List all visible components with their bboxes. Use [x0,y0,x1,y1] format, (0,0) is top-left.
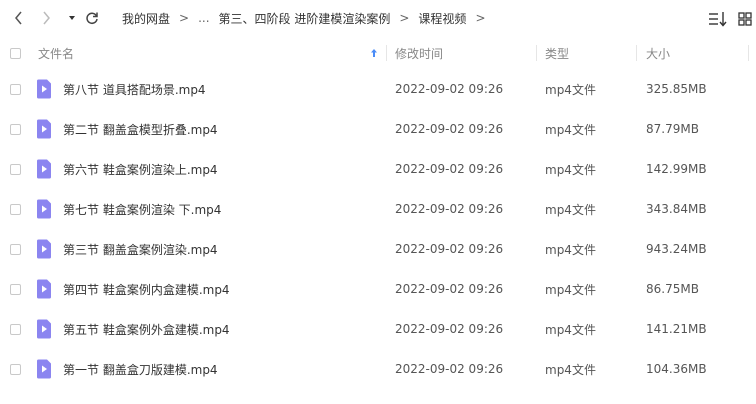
column-header-modified[interactable]: 修改时间 [395,38,443,68]
row-checkbox-cell[interactable] [10,349,21,389]
checkbox[interactable] [10,163,21,175]
file-name[interactable]: 第一节 翻盖盒刀版建模.mp4 [63,349,218,389]
table-header: 文件名 修改时间 类型 大小 [0,38,756,68]
grid-icon [738,12,752,26]
table-row[interactable]: 第五节 鞋盒案例外盒建模.mp4 2022-09-02 09:26 mp4文件 … [0,309,756,349]
table-row[interactable]: 第四节 鞋盒案例内盒建模.mp4 2022-09-02 09:26 mp4文件 … [0,269,756,309]
refresh-icon [86,12,98,25]
checkbox[interactable] [10,243,21,255]
refresh-button[interactable] [82,8,102,28]
file-type: mp4文件 [545,162,596,177]
file-size: 142.99MB [646,162,707,176]
file-modified: 2022-09-02 09:26 [395,242,504,256]
video-file-icon [36,229,52,269]
forward-button[interactable] [36,8,56,28]
breadcrumb-item-current[interactable]: 课程视频 [418,10,466,27]
breadcrumb-ellipsis[interactable]: ... [198,11,209,25]
file-modified: 2022-09-02 09:26 [395,162,504,176]
column-header-size[interactable]: 大小 [646,38,670,68]
checkbox[interactable] [10,363,21,375]
history-dropdown-button[interactable] [62,8,82,28]
select-all-checkbox[interactable] [10,38,21,68]
file-size: 325.85MB [646,82,707,96]
table-row[interactable]: 第二节 翻盖盒模型折叠.mp4 2022-09-02 09:26 mp4文件 8… [0,109,756,149]
file-size: 86.75MB [646,282,699,296]
file-modified: 2022-09-02 09:26 [395,122,504,136]
caret-down-icon [69,16,75,20]
row-checkbox-cell[interactable] [10,109,21,149]
column-header-type[interactable]: 类型 [545,38,569,68]
file-type: mp4文件 [545,82,596,97]
row-checkbox-cell[interactable] [10,149,21,189]
column-divider[interactable] [386,45,387,61]
chevron-left-icon [15,11,22,25]
video-file-icon [36,109,52,149]
row-checkbox-cell[interactable] [10,189,21,229]
file-modified: 2022-09-02 09:26 [395,202,504,216]
video-file-icon [36,349,52,389]
column-divider[interactable] [748,45,749,61]
file-size: 343.84MB [646,202,707,216]
file-type: mp4文件 [545,122,596,137]
video-file-icon [36,309,52,349]
file-type: mp4文件 [545,282,596,297]
video-file-icon [36,69,52,109]
file-type: mp4文件 [545,202,596,217]
video-file-icon [36,269,52,309]
file-type: mp4文件 [545,242,596,257]
file-type: mp4文件 [545,322,596,337]
table-row[interactable]: 第八节 道具搭配场景.mp4 2022-09-02 09:26 mp4文件 32… [0,69,756,109]
video-file-icon [36,149,52,189]
checkbox[interactable] [10,123,21,135]
checkbox[interactable] [10,83,21,95]
table-row[interactable]: 第三节 翻盖盒案例渲染.mp4 2022-09-02 09:26 mp4文件 9… [0,229,756,269]
breadcrumb-item-root[interactable]: 我的网盘 [122,10,170,27]
arrow-up-icon [371,49,377,57]
file-name[interactable]: 第七节 鞋盒案例渲染 下.mp4 [63,189,221,229]
file-name[interactable]: 第六节 鞋盒案例渲染上.mp4 [63,149,218,189]
checkbox[interactable] [10,203,21,215]
breadcrumb-item-stage[interactable]: 第三、四阶段 进阶建模渲染案例 [219,10,391,27]
row-checkbox-cell[interactable] [10,269,21,309]
back-button[interactable] [9,8,29,28]
file-modified: 2022-09-02 09:26 [395,322,504,336]
breadcrumb-separator: > [399,11,410,25]
column-divider[interactable] [636,45,637,61]
sort-indicator[interactable] [370,38,378,68]
checkbox[interactable] [10,323,21,335]
file-name[interactable]: 第五节 鞋盒案例外盒建模.mp4 [63,309,230,349]
file-size: 943.24MB [646,242,707,256]
file-size: 141.21MB [646,322,707,336]
breadcrumb-separator: > [475,11,486,25]
table-row[interactable]: 第七节 鞋盒案例渲染 下.mp4 2022-09-02 09:26 mp4文件 … [0,189,756,229]
table-row[interactable]: 第六节 鞋盒案例渲染上.mp4 2022-09-02 09:26 mp4文件 1… [0,149,756,189]
row-checkbox-cell[interactable] [10,309,21,349]
breadcrumb: 我的网盘 > ... 第三、四阶段 进阶建模渲染案例 > 课程视频 > [122,0,495,36]
file-modified: 2022-09-02 09:26 [395,362,504,376]
column-divider[interactable] [536,45,537,61]
column-header-name[interactable]: 文件名 [38,38,74,68]
checkbox[interactable] [10,283,21,295]
file-size: 104.36MB [646,362,707,376]
video-file-icon [36,189,52,229]
file-name[interactable]: 第八节 道具搭配场景.mp4 [63,69,206,109]
file-modified: 2022-09-02 09:26 [395,282,504,296]
file-name[interactable]: 第三节 翻盖盒案例渲染.mp4 [63,229,218,269]
file-size: 87.79MB [646,122,699,136]
row-checkbox-cell[interactable] [10,69,21,109]
file-modified: 2022-09-02 09:26 [395,82,504,96]
sort-list-icon [709,12,727,27]
sort-view-button[interactable] [708,10,728,28]
file-name[interactable]: 第二节 翻盖盒模型折叠.mp4 [63,109,218,149]
row-checkbox-cell[interactable] [10,229,21,269]
checkbox[interactable] [10,47,21,59]
file-name[interactable]: 第四节 鞋盒案例内盒建模.mp4 [63,269,230,309]
chevron-right-icon [43,11,50,25]
toolbar: 我的网盘 > ... 第三、四阶段 进阶建模渲染案例 > 课程视频 > [0,0,756,36]
file-type: mp4文件 [545,362,596,377]
table-row[interactable]: 第一节 翻盖盒刀版建模.mp4 2022-09-02 09:26 mp4文件 1… [0,349,756,389]
grid-view-button[interactable] [737,11,753,27]
breadcrumb-separator: > [179,11,190,25]
